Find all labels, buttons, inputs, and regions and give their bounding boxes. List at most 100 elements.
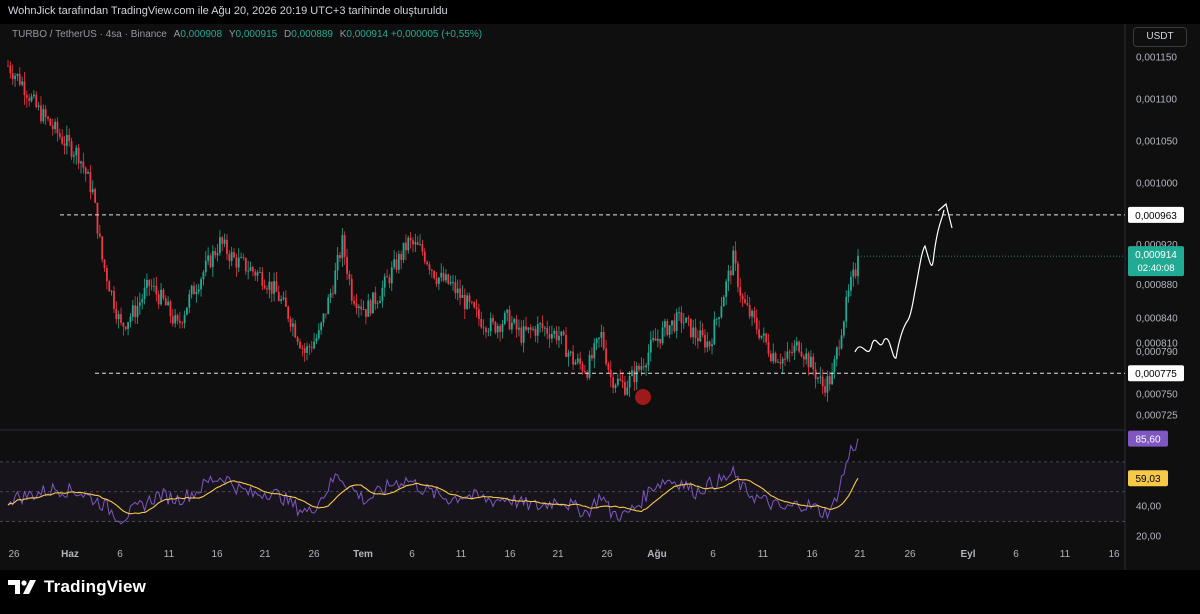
candle-body bbox=[82, 161, 85, 168]
time-axis-label: 21 bbox=[552, 549, 564, 560]
candle-body bbox=[430, 269, 433, 271]
candle-body bbox=[708, 341, 711, 347]
candle-body bbox=[510, 322, 513, 330]
candle-body bbox=[569, 351, 572, 353]
candle-body bbox=[58, 133, 61, 137]
candle-body bbox=[303, 348, 306, 353]
candle-body bbox=[449, 282, 452, 284]
chart-area[interactable]: 0,001150 0,001100 0,001050 0,001000 0,000880… bbox=[0, 24, 1200, 570]
candle-body bbox=[619, 378, 622, 381]
candle-body bbox=[758, 329, 761, 338]
candle-body bbox=[153, 285, 155, 287]
candle-body bbox=[355, 303, 358, 309]
time-axis-label: Haz bbox=[61, 549, 79, 560]
candle-body bbox=[42, 109, 45, 122]
candle-body bbox=[616, 378, 619, 385]
time-axis-label: 16 bbox=[504, 549, 516, 560]
candle-body bbox=[718, 317, 720, 320]
candle-body bbox=[805, 353, 808, 360]
candle-body bbox=[819, 376, 822, 378]
candle-body bbox=[640, 366, 643, 370]
candle-body bbox=[835, 347, 838, 360]
candle-body bbox=[558, 335, 560, 341]
candle-body bbox=[289, 318, 292, 327]
candle-body bbox=[138, 302, 141, 306]
candle-body bbox=[845, 296, 848, 322]
candle-body bbox=[202, 272, 205, 280]
candle-body bbox=[240, 256, 243, 258]
candle-body bbox=[400, 253, 403, 260]
candle-body bbox=[388, 277, 391, 284]
candle-body bbox=[673, 320, 676, 332]
candle-body bbox=[595, 338, 598, 344]
price-chart[interactable]: 0,001150 0,001100 0,001050 0,001000 0,000880… bbox=[0, 24, 1200, 570]
candle-body bbox=[623, 382, 626, 395]
time-axis-label: 26 bbox=[308, 549, 320, 560]
rsi-tick-label: 20,00 bbox=[1136, 532, 1161, 543]
resistance-tag-label: 0,000963 bbox=[1135, 211, 1177, 222]
candle-body bbox=[548, 333, 551, 339]
candle-body bbox=[614, 384, 617, 388]
candle-body bbox=[602, 331, 605, 349]
candle-body bbox=[459, 288, 461, 298]
candle-body bbox=[386, 276, 388, 278]
candle-body bbox=[70, 141, 73, 157]
candle-body bbox=[635, 365, 638, 383]
candle-body bbox=[186, 307, 188, 315]
candle-body bbox=[513, 319, 516, 323]
candle-body bbox=[470, 301, 473, 303]
time-axis-label: Tem bbox=[353, 549, 373, 560]
candle-body bbox=[157, 294, 160, 305]
candle-body bbox=[847, 290, 850, 297]
candle-body bbox=[765, 333, 768, 343]
candle-body bbox=[221, 237, 224, 244]
candle-body bbox=[666, 321, 669, 335]
price-tick-label: 0,001050 bbox=[1136, 137, 1178, 148]
candle-body bbox=[824, 386, 826, 393]
candle-body bbox=[501, 323, 504, 332]
candle-body bbox=[28, 98, 31, 101]
time-axis-label: 11 bbox=[758, 549, 769, 560]
candle-body bbox=[553, 330, 556, 334]
currency-button[interactable]: USDT bbox=[1133, 27, 1187, 47]
tradingview-logo-icon bbox=[8, 580, 36, 594]
candle-body bbox=[704, 335, 706, 348]
candle-body bbox=[169, 301, 172, 317]
candle-body bbox=[162, 289, 165, 299]
candle-body bbox=[270, 281, 273, 294]
candle-body bbox=[532, 328, 534, 330]
candle-body bbox=[760, 335, 763, 338]
candle-body bbox=[407, 237, 410, 251]
candle-body bbox=[282, 297, 285, 300]
candle-body bbox=[508, 309, 511, 330]
candle-body bbox=[795, 341, 798, 346]
candle-body bbox=[228, 254, 231, 261]
candle-body bbox=[529, 327, 532, 330]
tradingview-logo[interactable]: TradingView bbox=[8, 577, 146, 597]
candle-body bbox=[381, 287, 384, 301]
candle-body bbox=[110, 290, 113, 292]
candle-body bbox=[235, 257, 238, 268]
candle-body bbox=[744, 299, 746, 303]
candle-body bbox=[576, 358, 579, 363]
candle-body bbox=[141, 298, 144, 303]
price-tick-label: 0,000750 bbox=[1136, 389, 1178, 400]
candle-body bbox=[292, 323, 294, 327]
candle-body bbox=[567, 352, 570, 357]
candle-body bbox=[11, 73, 14, 80]
candle-body bbox=[678, 312, 680, 314]
candle-body bbox=[522, 326, 525, 343]
candle-body bbox=[791, 352, 793, 353]
candle-body bbox=[322, 313, 325, 323]
candle-body bbox=[574, 362, 577, 365]
candle-body bbox=[447, 274, 450, 284]
candle-body bbox=[68, 134, 71, 142]
candle-body bbox=[739, 287, 742, 296]
candle-body bbox=[583, 371, 586, 373]
candle-body bbox=[694, 327, 697, 339]
candle-body bbox=[146, 279, 148, 288]
candle-body bbox=[621, 380, 624, 383]
candle-body bbox=[89, 172, 92, 193]
candle-body bbox=[148, 279, 151, 286]
candle-body bbox=[746, 302, 749, 305]
